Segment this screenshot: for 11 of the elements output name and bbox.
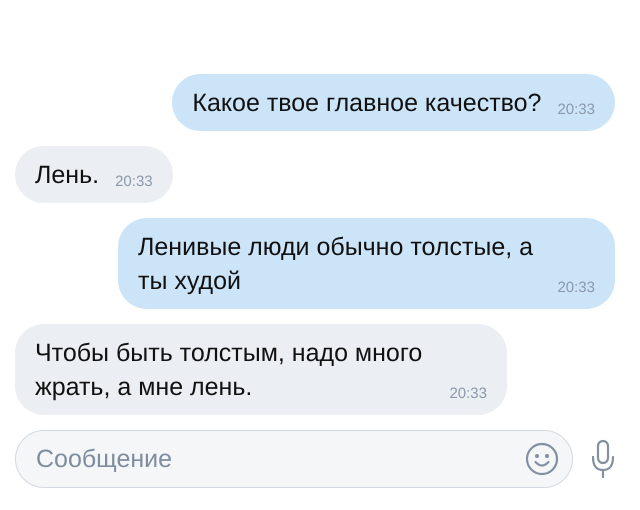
message-time: 20:33 xyxy=(557,279,595,298)
message-time: 20:33 xyxy=(115,173,153,192)
message-text: Какое твое главное качество? xyxy=(192,88,542,119)
message-text: Ленивые люди обычно толстые, а ты худой xyxy=(138,232,534,297)
microphone-icon[interactable] xyxy=(591,439,615,479)
message-time: 20:33 xyxy=(449,385,487,404)
message-time: 20:33 xyxy=(557,101,595,120)
message-text: Лень. xyxy=(35,160,100,191)
message-text: Чтобы быть толстым, надо много жрать, а мне лень. xyxy=(35,338,424,403)
emoji-icon[interactable] xyxy=(525,442,559,476)
message-field[interactable]: Сообщение xyxy=(15,430,573,488)
